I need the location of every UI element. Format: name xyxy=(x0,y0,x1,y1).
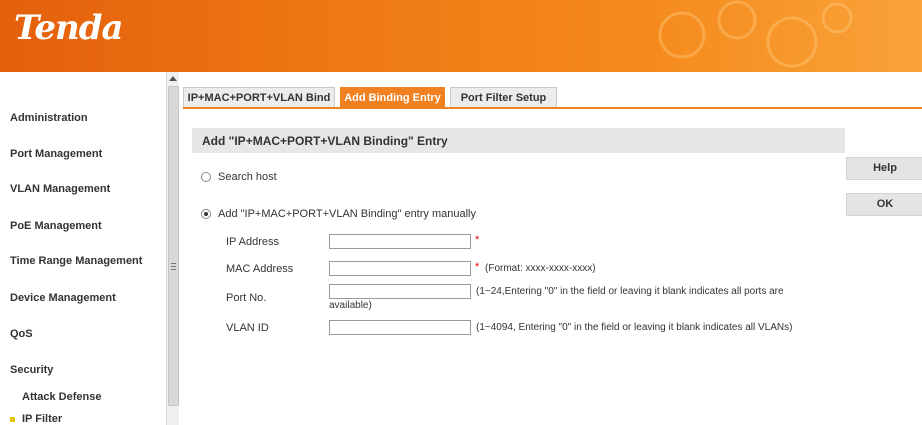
ok-button[interactable]: OK xyxy=(846,193,922,216)
vlan-id-input[interactable] xyxy=(329,320,471,335)
help-button[interactable]: Help xyxy=(846,157,922,180)
vlan-hint: (1~4094, Entering "0" in the field or le… xyxy=(476,322,793,333)
scrollbar-thumb[interactable] xyxy=(168,86,179,406)
sidebar-item-qos[interactable]: QoS xyxy=(10,328,33,340)
port-no-label: Port No. xyxy=(226,292,267,304)
tab-add-binding-entry[interactable]: Add Binding Entry xyxy=(340,87,445,108)
sidebar-item-poe-management[interactable]: PoE Management xyxy=(10,220,102,232)
tenda-logo: Tenda xyxy=(14,8,124,48)
ip-address-label: IP Address xyxy=(226,236,279,248)
mac-address-label: MAC Address xyxy=(226,263,294,275)
sidebar-item-vlan-management[interactable]: VLAN Management xyxy=(10,183,110,195)
mac-required-mark: * xyxy=(475,261,480,273)
sidebar: Administration Port Management VLAN Mana… xyxy=(0,72,178,425)
tab-underline xyxy=(183,107,922,109)
tab-port-filter-setup[interactable]: Port Filter Setup xyxy=(450,87,557,108)
port-no-input[interactable] xyxy=(329,284,471,299)
scroll-up-arrow-icon[interactable] xyxy=(169,76,177,81)
sidebar-item-device-management[interactable]: Device Management xyxy=(10,292,116,304)
active-bullet-icon xyxy=(10,417,15,422)
manual-entry-label: Add "IP+MAC+PORT+VLAN Binding" entry man… xyxy=(218,208,476,220)
search-host-label: Search host xyxy=(218,171,277,183)
section-title: Add "IP+MAC+PORT+VLAN Binding" Entry xyxy=(202,134,448,148)
ip-required-mark: * xyxy=(475,234,480,246)
mac-address-input[interactable] xyxy=(329,261,471,276)
sidebar-item-administration[interactable]: Administration xyxy=(10,112,88,124)
tab-ip-mac-port-vlan-bind[interactable]: IP+MAC+PORT+VLAN Bind xyxy=(183,87,335,108)
ip-address-input[interactable] xyxy=(329,234,471,249)
top-header: Tenda xyxy=(0,0,922,72)
search-host-radio[interactable] xyxy=(201,172,211,182)
manual-entry-radio[interactable] xyxy=(201,209,211,219)
port-hint-line2: available) xyxy=(329,300,372,311)
sidebar-item-security[interactable]: Security xyxy=(10,364,53,376)
sidebar-item-time-range-management[interactable]: Time Range Management xyxy=(10,255,142,267)
port-hint-line1: (1~24,Entering "0" in the field or leavi… xyxy=(476,286,784,297)
header-decoration xyxy=(658,0,853,68)
sidebar-scrollbar[interactable] xyxy=(166,72,179,425)
sidebar-item-port-management[interactable]: Port Management xyxy=(10,148,102,160)
sidebar-subitem-attack-defense[interactable]: Attack Defense xyxy=(22,391,101,403)
sidebar-subitem-ip-filter[interactable]: IP Filter xyxy=(22,413,62,425)
grip-icon xyxy=(171,263,176,270)
vlan-id-label: VLAN ID xyxy=(226,322,269,334)
section-header: Add "IP+MAC+PORT+VLAN Binding" Entry xyxy=(192,128,845,153)
mac-format-hint: (Format: xxxx-xxxx-xxxx) xyxy=(485,263,596,274)
